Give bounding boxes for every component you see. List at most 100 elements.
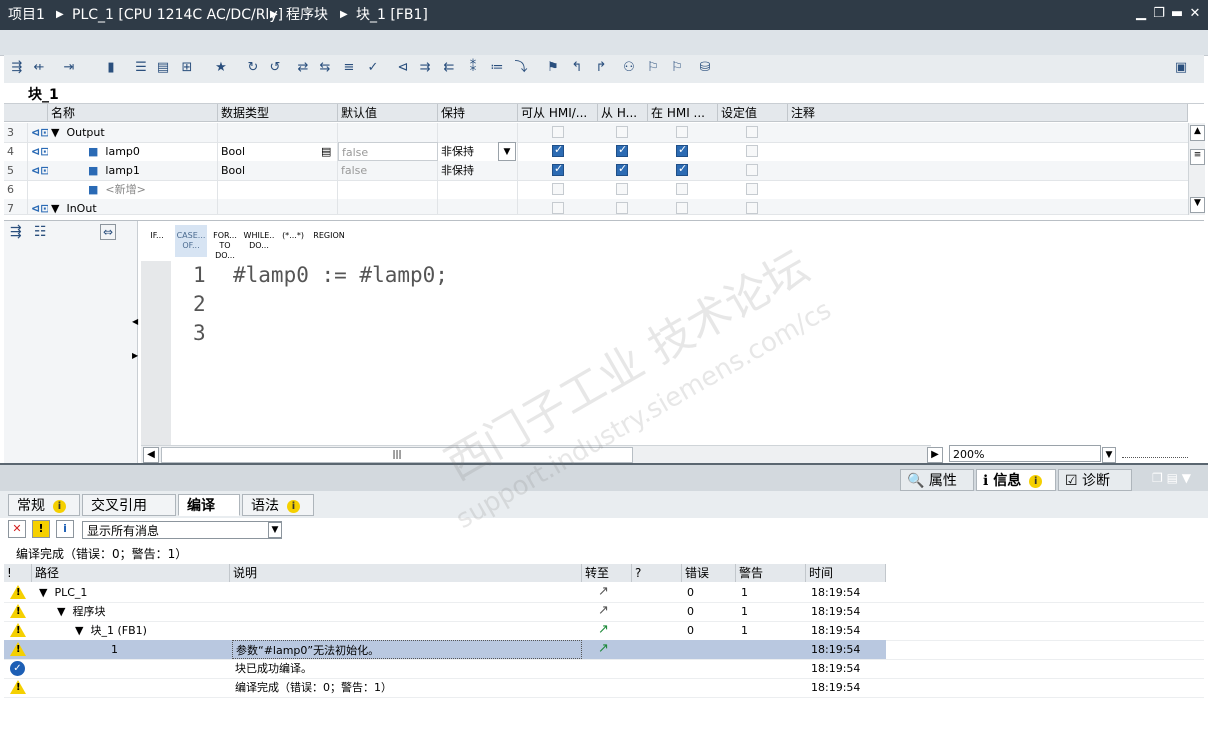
hmi-write-checkbox[interactable] [616, 202, 628, 214]
column-warnings[interactable]: 警告 [736, 564, 806, 582]
message-row[interactable]: ✓ 块已成功编译。 18:19:54 [4, 659, 1204, 679]
hmi-visible-checkbox[interactable] [676, 162, 688, 176]
retain-value[interactable]: 非保持 [438, 161, 518, 180]
zoom-dropdown-icon[interactable]: ▼ [1102, 447, 1116, 463]
type-list-icon[interactable]: ▤ [318, 142, 338, 161]
message-row[interactable]: ▼ PLC_1 ↗ 0 1 18:19:54 [4, 583, 1204, 603]
column-path[interactable]: 路径 [32, 564, 230, 582]
interface-icon[interactable]: ▤ [154, 59, 172, 77]
insert-network-icon[interactable]: ⇶ [8, 59, 26, 77]
message-row[interactable]: ▼ 程序块 ↗ 0 1 18:19:54 [4, 602, 1204, 622]
snippet-region[interactable]: REGION [311, 225, 347, 257]
favorites-icon[interactable]: ★ [212, 59, 230, 77]
panel-restore-icon[interactable]: ❐ ▤ ▼ [1152, 471, 1191, 485]
tab-info[interactable]: ℹ 信息 i [976, 469, 1056, 491]
zoom-select[interactable]: 200% [949, 445, 1101, 462]
panel-layout-icon[interactable]: ▣ [1172, 59, 1190, 77]
column-hmi-visible[interactable]: 在 HMI ... [648, 104, 718, 122]
trace2-icon[interactable]: ⚐ [668, 59, 686, 77]
compare2-icon[interactable]: ⇆ [316, 59, 334, 77]
sync-icon[interactable]: ⇔ [100, 224, 116, 240]
setpoint-checkbox[interactable] [746, 126, 758, 138]
insert-row-icon[interactable]: ⇥ [60, 59, 78, 77]
block-icon[interactable]: ▮ [102, 59, 120, 77]
message-row-selected[interactable]: 1 参数“#lamp0”无法初始化。 ↗ 18:19:54 [4, 640, 1204, 660]
hmi-visible-checkbox[interactable] [676, 183, 688, 195]
table-row[interactable]: 6 ■ <新增> [4, 180, 1188, 200]
hmi-access-checkbox[interactable] [552, 126, 564, 138]
hmi-write-checkbox[interactable] [616, 183, 628, 195]
tab-compile[interactable]: 编译 [178, 494, 240, 516]
breadcrumb-plc[interactable]: PLC_1 [CPU 1214C AC/DC/Rly] [72, 0, 283, 30]
scroll-thumb[interactable]: ||| [161, 447, 633, 463]
column-retain[interactable]: 保持 [438, 104, 518, 122]
trace-icon[interactable]: ⚐ [644, 59, 662, 77]
tab-syntax[interactable]: 语法 i [242, 494, 314, 516]
prev-bookmark-icon[interactable]: ↰ [568, 59, 586, 77]
expand-icon[interactable]: ▼ [57, 605, 65, 618]
column-default[interactable]: 默认值 [338, 104, 438, 122]
tab-cross-reference[interactable]: 交叉引用 [82, 494, 176, 516]
var-name[interactable]: lamp0 [105, 145, 140, 158]
hmi-access-checkbox[interactable] [552, 162, 564, 176]
breadcrumb-block[interactable]: 块_1 [FB1] [356, 0, 428, 30]
indent-left-icon[interactable]: ⇇ [440, 59, 458, 77]
next-bookmark-icon[interactable]: ↱ [592, 59, 610, 77]
hmi-visible-checkbox[interactable] [676, 143, 688, 157]
message-row[interactable]: 编译完成（错误：0；警告：1） 18:19:54 [4, 678, 1204, 698]
hmi-write-checkbox[interactable] [616, 162, 628, 176]
interface-scrollbar[interactable]: ▲ ≡ ▼ [1188, 123, 1205, 215]
column-help[interactable]: ? [632, 564, 682, 582]
expand-icon[interactable]: ▼ [75, 624, 83, 637]
compare-icon[interactable]: ⇄ [294, 59, 312, 77]
download-icon[interactable]: ⛁ [696, 59, 714, 77]
scroll-right-icon[interactable]: ▶ [927, 447, 943, 463]
check-icon[interactable]: ✓ [364, 59, 382, 77]
snippet-while[interactable]: WHILE.. DO... [243, 225, 275, 257]
goto-arrow-icon[interactable]: ↗ [598, 623, 609, 637]
column-time[interactable]: 时间 [806, 564, 886, 582]
column-goto[interactable]: 转至 [582, 564, 632, 582]
hmi-write-checkbox[interactable] [616, 143, 628, 157]
tab-general[interactable]: 常规 i [8, 494, 80, 516]
column-type[interactable]: 数据类型 [218, 104, 338, 122]
setpoint-checkbox[interactable] [746, 145, 758, 157]
expand-icon[interactable]: ▼ [51, 126, 59, 139]
column-hmi-write[interactable]: 从 H... [598, 104, 648, 122]
goto-arrow-icon[interactable]: ↗ [598, 604, 609, 618]
column-description[interactable]: 说明 [230, 564, 582, 582]
goto-warning-icon[interactable]: ↺ [266, 59, 284, 77]
default-value-input[interactable]: false [338, 142, 438, 161]
column-setpoint[interactable]: 设定值 [718, 104, 788, 122]
snippet-if[interactable]: IF... [141, 225, 173, 257]
breadcrumb-project[interactable]: 项目1 [8, 0, 45, 30]
comment-icon[interactable]: ⁑ [464, 59, 482, 77]
code-text-area[interactable]: 1 2 3 #lamp0 := #lamp0; [141, 261, 1204, 445]
table-row[interactable]: 3 ⊲⊡ ▼ Output [4, 123, 1188, 143]
zoom-slider[interactable] [1122, 454, 1188, 458]
info-filter-icon[interactable]: i [56, 520, 74, 538]
setpoint-checkbox[interactable] [746, 183, 758, 195]
delete-network-icon[interactable]: ⇷ [30, 59, 48, 77]
hmi-visible-checkbox[interactable] [676, 126, 688, 138]
format-icon[interactable]: ⤵ [512, 59, 530, 77]
goto-error-icon[interactable]: ↻ [244, 59, 262, 77]
tab-diagnostics[interactable]: ☑ 诊断 [1058, 469, 1132, 491]
message-filter-select[interactable]: 显示所有消息 [82, 521, 282, 539]
snippet-case[interactable]: CASE... OF... [175, 225, 207, 257]
goto-arrow-icon[interactable]: ↗ [598, 642, 609, 656]
expand-all-icon[interactable]: ⇶ [10, 224, 22, 240]
scroll-left-icon[interactable]: ◀ [143, 447, 159, 463]
error-filter-icon[interactable]: ✕ [8, 520, 26, 538]
indent-icon[interactable]: ≡ [340, 59, 358, 77]
message-description[interactable]: 参数“#lamp0”无法初始化。 [232, 640, 582, 659]
column-comment[interactable]: 注释 [788, 104, 1188, 122]
add-new-row[interactable]: <新增> [105, 183, 145, 196]
watch-icon[interactable]: ⚇ [620, 59, 638, 77]
column-name[interactable]: 名称 [48, 104, 218, 122]
indent-right-icon[interactable]: ⇉ [416, 59, 434, 77]
warning-filter-icon[interactable]: ! [32, 520, 50, 538]
code-hscrollbar[interactable]: ◀ ||| ▶ [141, 445, 943, 464]
setpoint-checkbox[interactable] [746, 202, 758, 214]
restore-icon[interactable]: ❐ [1151, 6, 1167, 22]
